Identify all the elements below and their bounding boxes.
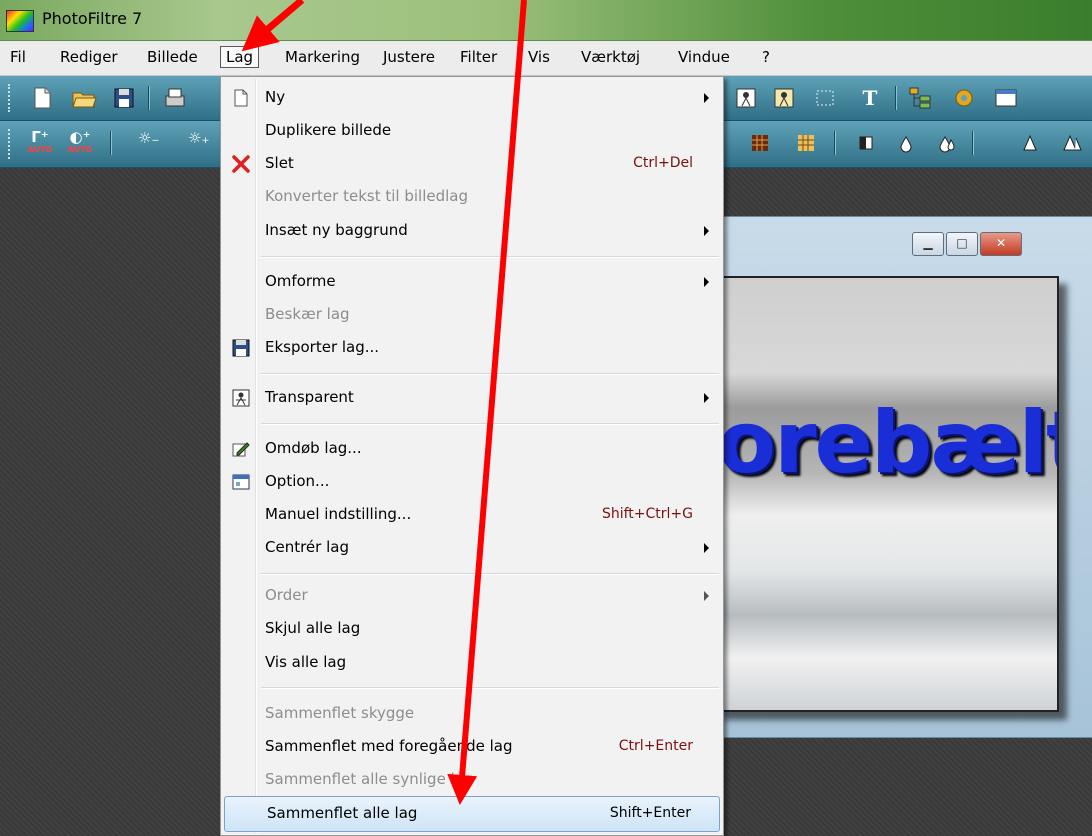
arrow-to-sammenflet-alle-lag [447, 0, 527, 805]
annotation-arrows [241, 0, 527, 805]
arrow-to-lag-menu [241, 0, 305, 52]
